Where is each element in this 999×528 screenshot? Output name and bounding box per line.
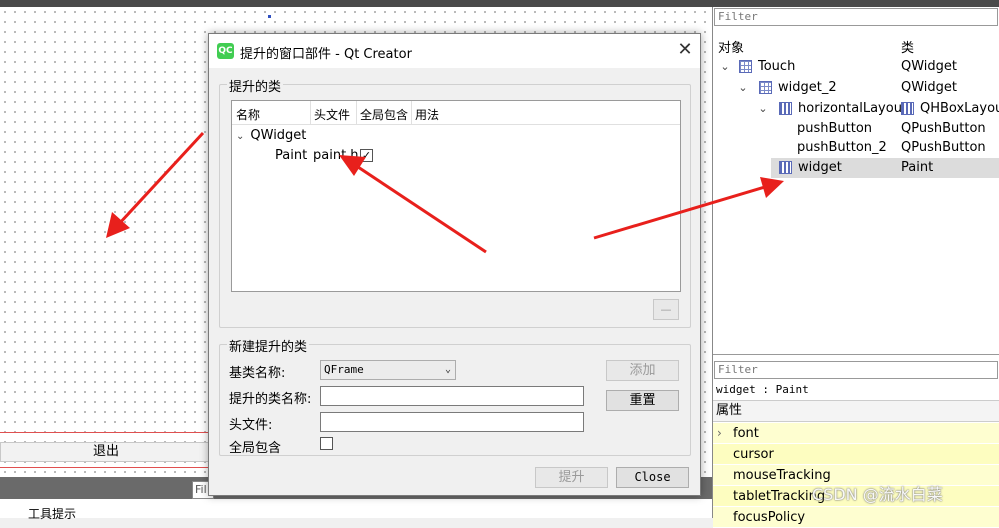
tree-row-push-button-2[interactable]: pushButton_2 QPushButton (713, 138, 999, 158)
dialog-title: 提升的窗口部件 - Qt Creator (240, 47, 412, 62)
tree-item-paint[interactable]: Paint (275, 148, 307, 163)
object-filter-input[interactable]: Filter (714, 8, 998, 26)
property-header: 属性 (713, 400, 999, 422)
column-name[interactable]: 名称 (236, 106, 260, 123)
tree-item-qwidget[interactable]: ⌄ QWidget (236, 128, 306, 143)
chevron-down-icon[interactable]: ⌄ (737, 78, 749, 98)
promoted-class-name-input[interactable] (320, 386, 584, 406)
object-name: horizontalLayout (798, 101, 908, 116)
reset-button[interactable]: 重置 (606, 390, 679, 411)
object-class: QPushButton (901, 121, 986, 136)
selection-handle[interactable] (268, 15, 271, 18)
tree-row-touch[interactable]: ⌄ Touch QWidget (713, 57, 999, 77)
column-header-file[interactable]: 头文件 (314, 106, 350, 123)
layout-border (0, 467, 212, 468)
tree-row-widget[interactable]: widget Paint (771, 158, 999, 178)
tree-header (232, 101, 680, 125)
column-header-class[interactable]: 类 (901, 37, 914, 56)
column-divider (411, 101, 412, 125)
property-name: cursor (733, 447, 774, 462)
promoted-classes-title: 提升的类 (227, 76, 284, 95)
column-divider (356, 101, 357, 125)
object-class: QHBoxLayout (920, 101, 999, 116)
column-header-object[interactable]: 对象 (718, 37, 744, 56)
close-icon[interactable]: ✕ (675, 40, 695, 60)
property-list: › font cursor mouseTracking tabletTrackin… (713, 423, 999, 528)
column-divider (310, 101, 311, 125)
header-file-input[interactable] (320, 412, 584, 432)
qt-creator-logo-icon: QC (217, 43, 234, 59)
hbox-layout-icon (901, 102, 914, 115)
panel-divider (713, 354, 999, 355)
grid-layout-icon (739, 60, 752, 73)
header-file-label: 头文件: (229, 418, 273, 433)
header-file-value: paint.h (313, 148, 359, 163)
hbox-layout-icon (779, 161, 792, 174)
property-row-cursor[interactable]: cursor (713, 444, 999, 465)
global-include-label: 全局包含 (229, 441, 282, 456)
column-usage[interactable]: 用法 (415, 106, 439, 123)
property-filter-input[interactable]: Filter (714, 361, 998, 379)
property-row-font[interactable]: › font (713, 423, 999, 444)
object-class: Paint (901, 160, 934, 175)
object-class: QPushButton (901, 140, 986, 155)
property-name: font (733, 426, 759, 441)
exit-button[interactable]: 退出 (0, 442, 212, 462)
new-promoted-class-title: 新建提升的类 (227, 336, 310, 355)
base-class-select[interactable]: QFrame ⌄ (320, 360, 456, 380)
global-include-checkbox[interactable]: ✓ (360, 149, 373, 162)
hbox-layout-icon (779, 102, 792, 115)
column-global-include[interactable]: 全局包含 (360, 106, 408, 123)
tooltip-label: 工具提示 (28, 507, 77, 521)
chevron-down-icon[interactable]: ⌄ (719, 57, 731, 77)
object-name: widget (798, 160, 842, 175)
promoted-class-name-label: 提升的类名称: (229, 392, 312, 407)
tree-row-horizontal-layout[interactable]: ⌄ horizontalLayout QHBoxLayout (713, 99, 999, 119)
tree-row-widget-2[interactable]: ⌄ widget_2 QWidget (713, 78, 999, 98)
select-value: QFrame (324, 363, 364, 376)
new-global-include-checkbox[interactable] (320, 437, 333, 450)
chevron-down-icon[interactable]: ⌄ (236, 131, 244, 142)
object-class: QWidget (901, 80, 958, 95)
promote-button[interactable]: 提升 (535, 467, 608, 488)
object-name: pushButton (797, 121, 873, 136)
grid-layout-icon (759, 81, 772, 94)
remove-button[interactable]: — (653, 299, 679, 320)
current-object-label: widget : Paint (716, 383, 809, 396)
tree-row-push-button[interactable]: pushButton QPushButton (713, 119, 999, 139)
chevron-down-icon: ⌄ (444, 364, 451, 375)
object-name: pushButton_2 (797, 140, 887, 155)
object-name: widget_2 (778, 80, 837, 95)
close-button[interactable]: Close (616, 467, 689, 488)
top-bar (0, 0, 999, 7)
chevron-right-icon[interactable]: › (717, 423, 722, 444)
promoted-classes-tree[interactable]: 名称 头文件 全局包含 用法 ⌄ QWidget Paint paint.h ✓ (231, 100, 681, 292)
layout-border (0, 432, 212, 433)
base-class-label: 基类名称: (229, 366, 286, 381)
add-button[interactable]: 添加 (606, 360, 679, 381)
item-label: QWidget (250, 128, 307, 143)
object-inspector: Filter 对象 类 ⌄ Touch QWidget ⌄ widget_2 Q… (712, 7, 999, 528)
object-class: QWidget (901, 59, 958, 74)
promoted-widgets-dialog: QC 提升的窗口部件 - Qt Creator ✕ 提升的类 名称 头文件 全局… (208, 33, 701, 496)
watermark: CSDN @流水白菜 (812, 485, 943, 504)
chevron-down-icon[interactable]: ⌄ (757, 99, 769, 119)
dialog-titlebar[interactable]: QC 提升的窗口部件 - Qt Creator ✕ (209, 34, 700, 68)
object-name: Touch (758, 59, 796, 74)
